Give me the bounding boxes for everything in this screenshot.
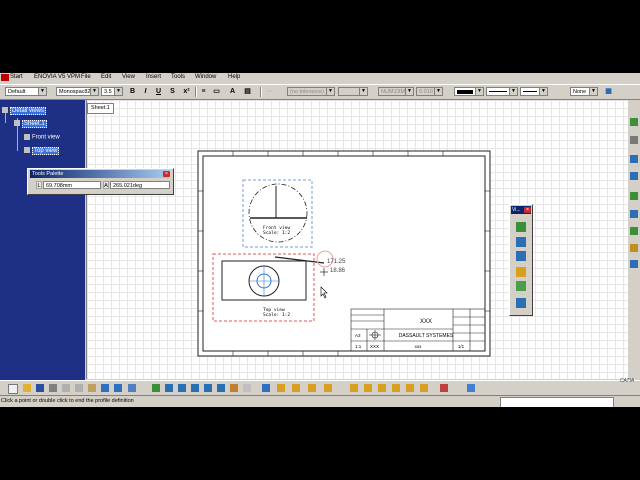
length-label: L xyxy=(36,181,42,189)
geometry-icon[interactable] xyxy=(630,260,638,268)
table-icon[interactable] xyxy=(630,210,638,218)
floating-toolbar: Vi... × xyxy=(509,204,533,316)
undo-icon[interactable] xyxy=(101,384,109,392)
detail-view-icon[interactable] xyxy=(516,251,526,261)
title-block-size: A3 xyxy=(355,333,361,338)
grid-icon[interactable] xyxy=(350,384,358,392)
layer-icon[interactable] xyxy=(308,384,316,392)
fit-all-icon[interactable] xyxy=(152,384,160,392)
dim-primary-readout: 171.25 xyxy=(327,259,346,265)
normal-view-icon[interactable] xyxy=(217,384,225,392)
standard-toolbar xyxy=(0,380,640,395)
lock-icon[interactable] xyxy=(292,384,300,392)
zoom-area-icon[interactable] xyxy=(204,384,212,392)
dim-secondary-readout: 18.86 xyxy=(330,268,346,274)
title-block-main: XXX xyxy=(420,319,432,325)
zoom-out-icon[interactable] xyxy=(191,384,199,392)
drawing-sheet: Front view Scale: 1:2 Top view Scale: 1:… xyxy=(197,150,491,357)
arrow-icon[interactable] xyxy=(630,244,638,252)
title-block-sheet-code: XXX xyxy=(370,344,379,349)
dimension-icon[interactable] xyxy=(630,118,638,126)
new-file-icon[interactable] xyxy=(8,384,18,394)
open-folder-icon[interactable] xyxy=(23,384,31,392)
command-input[interactable] xyxy=(500,397,614,407)
dress-up-icon[interactable] xyxy=(630,192,638,200)
title-block-sheet: 1/1 xyxy=(458,344,465,349)
link-icon[interactable] xyxy=(243,384,251,392)
close-icon[interactable]: × xyxy=(163,171,170,177)
analysis-icon[interactable] xyxy=(262,384,270,392)
title-block-number: xxx xyxy=(415,344,423,349)
tools-palette-title: Tools Palette xyxy=(30,170,169,178)
filter-icon[interactable] xyxy=(324,384,332,392)
annotation-icon[interactable] xyxy=(630,155,638,163)
text-icon[interactable] xyxy=(630,172,638,180)
clipping-view-icon[interactable] xyxy=(516,267,526,277)
title-block-scale: 1:1 xyxy=(355,344,362,349)
print-icon[interactable] xyxy=(49,384,57,392)
front-view-scale: Scale: 1:2 xyxy=(263,230,290,236)
status-message: Click a point or double click to end the… xyxy=(1,398,134,404)
status-bar: Click a point or double click to end the… xyxy=(0,395,640,407)
zoom-in-icon[interactable] xyxy=(178,384,186,392)
copy-icon[interactable] xyxy=(75,384,83,392)
broken-view-icon[interactable] xyxy=(516,281,526,291)
whats-this-icon[interactable] xyxy=(128,384,136,392)
sketch-tools-icon[interactable] xyxy=(440,384,448,392)
angle-input[interactable]: 265.021deg xyxy=(110,181,170,189)
tools-palette: Tools Palette × L 69.708mm A 265.021deg xyxy=(27,168,174,195)
pan-icon[interactable] xyxy=(165,384,173,392)
section-view-icon[interactable] xyxy=(516,237,526,247)
right-workbench-toolbar xyxy=(628,100,640,389)
title-block-company: DASSAULT SYSTEMES xyxy=(399,333,454,339)
color-icon[interactable] xyxy=(420,384,428,392)
cut-icon[interactable] xyxy=(62,384,70,392)
rotate-icon[interactable] xyxy=(230,384,238,392)
wizard-icon[interactable] xyxy=(516,298,526,308)
symbol-icon[interactable] xyxy=(630,227,638,235)
generation-icon[interactable] xyxy=(630,136,638,144)
view-tool-icon[interactable] xyxy=(516,222,526,232)
save-icon[interactable] xyxy=(36,384,44,392)
redo-icon[interactable] xyxy=(114,384,122,392)
length-input[interactable]: 69.708mm xyxy=(43,181,101,189)
sheet-outer-border xyxy=(197,150,491,357)
detection-icon[interactable] xyxy=(392,384,400,392)
analysis-display-icon[interactable] xyxy=(406,384,414,392)
properties-icon[interactable] xyxy=(467,384,475,392)
snap-to-point-icon[interactable] xyxy=(364,384,372,392)
top-view-scale: Scale: 1:2 xyxy=(263,312,290,318)
close-icon[interactable]: × xyxy=(524,207,531,213)
update-icon[interactable] xyxy=(277,384,285,392)
angle-label: A xyxy=(103,181,109,189)
catia-window: Start ENOVIA V5 VPM File Edit View Inser… xyxy=(0,73,640,407)
paste-icon[interactable] xyxy=(88,384,96,392)
constraint-icon[interactable] xyxy=(378,384,386,392)
